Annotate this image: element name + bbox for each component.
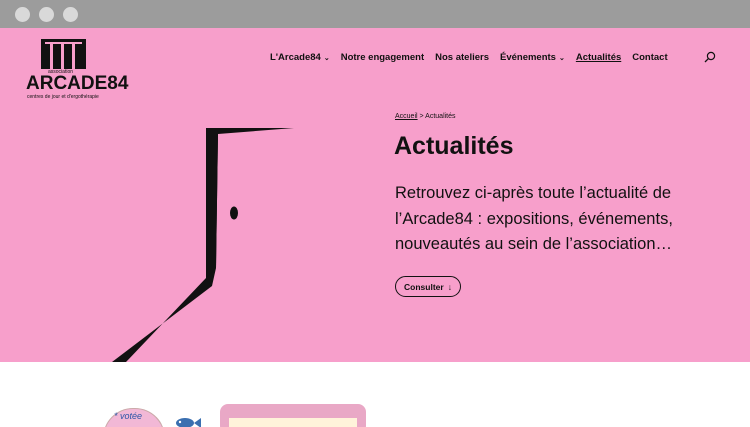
nav-item-arcade84[interactable]: L'Arcade84 ⌄ xyxy=(270,52,330,63)
nav-item-engagement[interactable]: Notre engagement xyxy=(341,52,424,63)
nav-item-ateliers[interactable]: Nos ateliers xyxy=(435,52,489,63)
nav-item-evenements[interactable]: Événements ⌄ xyxy=(500,52,565,63)
arrow-down-icon: ↓ xyxy=(447,281,452,292)
hero-section: association ARCADE84 centres de jour et … xyxy=(0,28,750,362)
main-nav: L'Arcade84 ⌄ Notre engagement Nos atelier… xyxy=(270,52,668,63)
window-minimize-button[interactable] xyxy=(39,7,54,22)
fish-icon xyxy=(176,418,201,427)
bird-eye-icon xyxy=(230,206,238,220)
bird-illustration xyxy=(112,128,294,362)
site-logo[interactable]: association ARCADE84 centres de jour et … xyxy=(26,39,128,109)
consulter-button[interactable]: Consulter ↓ xyxy=(395,276,461,297)
search-icon[interactable] xyxy=(704,51,716,63)
window-maximize-button[interactable] xyxy=(63,7,78,22)
news-thumbnail-text: * votée xyxy=(114,411,143,421)
page-title: Actualités xyxy=(394,132,514,160)
logo-subtitle: centres de jour et d'ergothérapie xyxy=(27,94,99,100)
news-card-image xyxy=(229,418,357,427)
breadcrumb-home-link[interactable]: Accueil xyxy=(395,113,418,120)
breadcrumb-current: Actualités xyxy=(425,113,456,120)
nav-item-contact[interactable]: Contact xyxy=(632,52,667,63)
logo-name: ARCADE84 xyxy=(26,73,129,94)
chevron-down-icon: ⌄ xyxy=(558,54,565,62)
hero-lead-text: Retrouvez ci-après toute l’actualité de … xyxy=(395,184,673,253)
browser-chrome xyxy=(0,0,750,28)
window-close-button[interactable] xyxy=(15,7,30,22)
breadcrumb: Accueil > Actualités xyxy=(395,113,456,120)
chevron-down-icon: ⌄ xyxy=(323,54,330,62)
logo-mark-icon xyxy=(41,39,86,69)
nav-item-actualites[interactable]: Actualités xyxy=(576,52,621,63)
